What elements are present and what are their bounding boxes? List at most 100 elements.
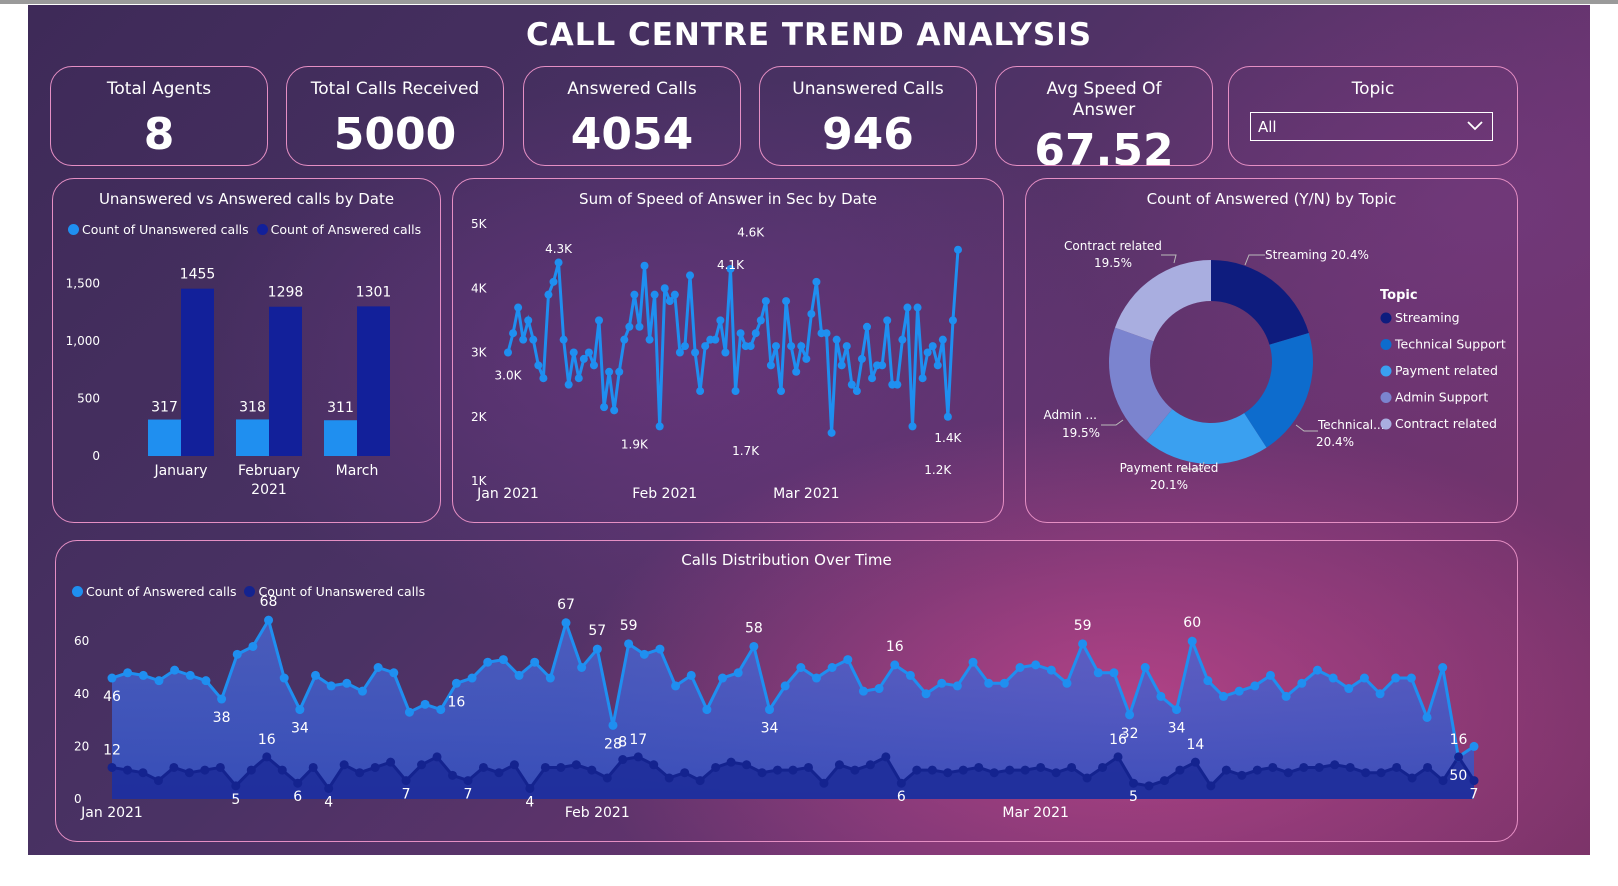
speed-point: [761, 297, 770, 306]
callout-line: [1161, 254, 1177, 264]
y-tick-label: 1,500: [66, 277, 100, 291]
answered-point: [780, 681, 790, 691]
unanswered-point: [602, 773, 612, 783]
speed-point: [514, 303, 523, 312]
unanswered-point: [1438, 776, 1448, 786]
y-tick-label: 3K: [471, 346, 488, 360]
answered-point: [357, 686, 367, 696]
y-tick-label: 40: [74, 687, 89, 701]
answered-point: [1297, 678, 1307, 688]
data-label: 311: [327, 400, 354, 416]
answered-point: [749, 641, 759, 651]
kpi-card-avg-speed: Avg Speed Of Answer 67.52: [995, 66, 1213, 166]
data-label: 16: [258, 732, 276, 748]
speed-point: [630, 290, 639, 299]
speed-point: [913, 303, 922, 312]
data-label: 20: [1481, 541, 1499, 545]
unanswered-point: [525, 783, 535, 793]
speed-point: [579, 354, 588, 363]
speed-point: [746, 342, 755, 351]
speed-point: [792, 367, 801, 376]
speed-point: [716, 316, 725, 325]
y-tick-label: 5K: [471, 217, 488, 231]
data-label: 1301: [356, 284, 392, 300]
unanswered-point: [1469, 776, 1479, 786]
kpi-value: 5000: [333, 109, 457, 160]
data-label: 57: [588, 623, 606, 639]
x-tick-label: Feb 2021: [565, 805, 630, 821]
speed-point: [837, 361, 846, 370]
answered-point: [1328, 673, 1338, 683]
y-tick-label: 20: [74, 739, 89, 753]
topic-slicer-label: Topic: [1351, 79, 1395, 99]
donut-chart-svg: Streaming 20.4% Technical... 20.4% Payment …: [1043, 239, 1506, 492]
unanswered-point: [246, 765, 256, 775]
legend-label: Contract related: [1395, 416, 1497, 431]
answered-point: [655, 644, 665, 654]
speed-point: [524, 316, 533, 325]
unanswered-point: [1314, 762, 1324, 772]
data-label: 34: [761, 721, 779, 737]
speed-point: [862, 322, 871, 331]
data-label: 16: [1109, 732, 1127, 748]
speed-point: [857, 354, 866, 363]
unanswered-point: [277, 765, 287, 775]
speed-point: [782, 297, 791, 306]
answered-point: [451, 678, 461, 688]
slice-label: Streaming 20.4%: [1265, 248, 1369, 262]
speed-point: [595, 316, 604, 325]
answered-point: [1031, 660, 1041, 670]
answered-point: [796, 663, 806, 672]
answered-point: [984, 678, 994, 688]
answered-point: [639, 649, 649, 659]
kpi-label: Total Agents: [106, 79, 212, 99]
speed-point: [868, 374, 877, 383]
speed-line: [506, 249, 960, 433]
speed-point: [675, 348, 684, 357]
data-label: 38: [213, 710, 231, 726]
kpi-value: 946: [822, 109, 914, 160]
answered-point: [1093, 668, 1103, 678]
speed-point: [610, 406, 619, 415]
answered-point: [1250, 681, 1260, 691]
bar-unanswered: [148, 419, 181, 456]
speed-point: [933, 361, 942, 370]
speed-point: [777, 387, 786, 396]
slice-label: Technical...: [1317, 418, 1385, 432]
kpi-card-unanswered-calls: Unanswered Calls 946: [759, 66, 977, 166]
legend-label: Technical Support: [1394, 337, 1506, 352]
speed-point: [827, 428, 836, 437]
unanswered-point: [757, 768, 767, 778]
topic-dropdown[interactable]: All: [1250, 112, 1493, 141]
speed-point: [670, 290, 679, 299]
answered-point: [201, 676, 211, 686]
answered-point: [592, 644, 602, 654]
data-label: 1455: [180, 267, 216, 283]
speed-point: [534, 361, 543, 370]
answered-point: [1422, 712, 1432, 722]
answered-point: [311, 670, 321, 680]
speed-point: [797, 342, 806, 351]
bar-answered: [181, 288, 214, 456]
unanswered-point: [680, 768, 690, 778]
answered-point: [185, 670, 195, 680]
data-label: 16: [1450, 732, 1468, 748]
unanswered-point: [618, 755, 628, 765]
callout-line: [1244, 254, 1265, 266]
answered-point: [624, 639, 634, 649]
speed-point: [842, 342, 851, 351]
unanswered-point: [370, 762, 380, 772]
data-label: 34: [291, 721, 309, 737]
answered-point: [1046, 665, 1056, 675]
area-chart-panel: Calls Distribution Over Time Count of An…: [55, 540, 1518, 842]
unanswered-point: [1082, 773, 1092, 783]
answered-point: [874, 684, 884, 694]
unanswered-point: [896, 778, 906, 788]
unanswered-point: [556, 762, 566, 772]
legend-dot: [1380, 418, 1392, 430]
unanswered-point: [773, 765, 783, 775]
unanswered-point: [1392, 762, 1402, 772]
unanswered-point: [184, 768, 194, 778]
unanswered-point: [401, 776, 411, 786]
unanswered-point: [215, 762, 225, 772]
